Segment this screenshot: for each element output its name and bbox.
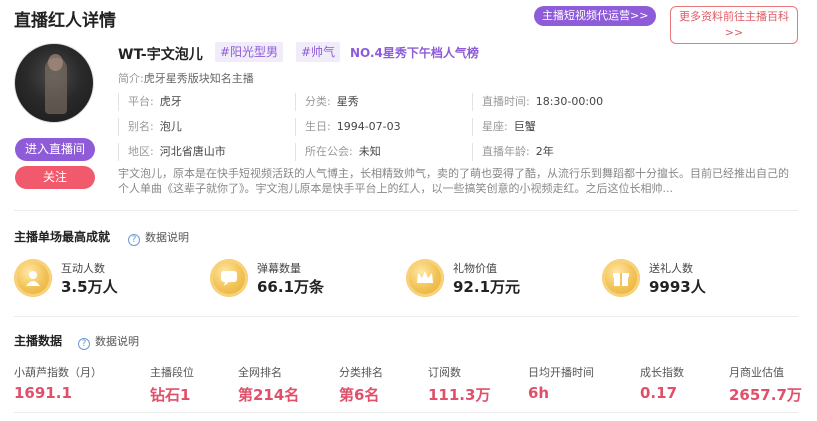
stat-label: 成长指数: [640, 366, 684, 379]
streamer-description: 宇文泡儿，原本是在快手短视频活跃的人气博主，长相精致帅气，卖的了萌也耍得了酷，从…: [118, 167, 789, 195]
stat-subscribers: 订阅数 111.3万: [428, 364, 490, 405]
info-label: 分类:: [305, 95, 331, 108]
stat-daily-hours: 日均开播时间 6h: [528, 364, 594, 402]
info-zodiac: 星座: 巨蟹: [472, 118, 536, 136]
info-label: 直播时间:: [482, 95, 530, 108]
info-value: 未知: [358, 145, 381, 158]
more-info-arrow: >>: [724, 26, 744, 39]
info-label: 平台:: [128, 95, 154, 108]
info-category: 分类: 星秀: [295, 93, 359, 111]
achievements-title: 主播单场最高成就: [14, 230, 111, 244]
info-label: 地区:: [128, 145, 154, 158]
more-info-label: 更多资料前往主播百科: [679, 10, 789, 23]
stat-value: 111.3万: [428, 386, 491, 404]
info-label: 直播年龄:: [482, 145, 530, 158]
crown-icon: [406, 259, 444, 297]
info-years: 直播年龄: 2年: [472, 143, 554, 161]
stat-label: 全网排名: [238, 366, 282, 379]
stat-label: 日均开播时间: [528, 366, 594, 379]
question-icon: ?: [128, 234, 140, 246]
stat-value: 钻石1: [150, 386, 191, 404]
info-region: 地区: 河北省唐山市: [118, 143, 226, 161]
achievement-label: 礼物价值: [453, 262, 497, 275]
stats-title: 主播数据: [14, 334, 63, 348]
divider: [14, 210, 798, 211]
follow-button[interactable]: 关注: [15, 166, 95, 189]
divider: [14, 316, 798, 317]
achievement-value: 3.5万人: [61, 278, 118, 296]
stat-label: 主播段位: [150, 366, 194, 379]
avatar: [14, 43, 94, 123]
stat-value: 0.17: [640, 384, 678, 402]
stat-value: 第6名: [339, 386, 380, 404]
rank-badge[interactable]: NO.4星秀下午档人气榜: [350, 44, 479, 61]
achievements-help[interactable]: ? 数据说明: [128, 229, 189, 246]
stat-value: 1691.1: [14, 384, 72, 402]
info-value: 星秀: [336, 95, 359, 108]
info-label: 生日:: [305, 120, 331, 133]
tag-sunny[interactable]: #阳光型男: [215, 42, 284, 62]
info-birthday: 生日: 1994-07-03: [295, 118, 401, 136]
info-value: 泡儿: [159, 120, 182, 133]
intro-value: 虎牙星秀版块知名主播: [143, 72, 254, 85]
stats-help[interactable]: ? 数据说明: [78, 333, 139, 350]
info-value: 18:30-00:00: [535, 95, 604, 108]
info-value: 巨蟹: [513, 120, 536, 133]
info-time: 直播时间: 18:30-00:00: [472, 93, 603, 111]
chat-icon: [210, 259, 248, 297]
info-platform: 平台: 虎牙: [118, 93, 182, 111]
info-label: 别名:: [128, 120, 154, 133]
info-label: 所在公会:: [305, 145, 353, 158]
stat-value: 6h: [528, 384, 550, 402]
streamer-name: WT-宇文泡儿: [118, 47, 203, 63]
achievement-value: 66.1万条: [257, 278, 325, 296]
stat-category-rank: 分类排名 第6名: [339, 364, 383, 405]
divider: [14, 412, 798, 413]
gift-icon: [602, 259, 640, 297]
stat-label: 分类排名: [339, 366, 383, 379]
achievement-gifters: 送礼人数 9993人: [602, 259, 782, 299]
promo-button[interactable]: 主播短视频代运营>>: [534, 6, 657, 26]
stat-commercial-value: 月商业估值 2657.7万: [729, 364, 802, 405]
question-icon: ?: [78, 338, 90, 350]
stat-value: 2657.7万: [729, 386, 802, 404]
stat-label: 订阅数: [428, 366, 461, 379]
enter-live-button[interactable]: 进入直播间: [15, 138, 95, 161]
help-label: 数据说明: [145, 231, 189, 244]
info-label: 星座:: [482, 120, 508, 133]
achievement-label: 送礼人数: [649, 262, 693, 275]
stat-global-rank: 全网排名 第214名: [238, 364, 299, 405]
stat-growth-index: 成长指数 0.17: [640, 364, 684, 402]
stat-value: 第214名: [238, 386, 300, 404]
achievement-value: 92.1万元: [453, 278, 521, 296]
stat-label: 小葫芦指数（月）: [14, 366, 102, 379]
people-icon: [14, 259, 52, 297]
achievement-label: 互动人数: [61, 262, 105, 275]
info-value: 虎牙: [159, 95, 182, 108]
achievement-danmaku: 弹幕数量 66.1万条: [210, 259, 390, 299]
stat-tier: 主播段位 钻石1: [150, 364, 194, 405]
achievement-label: 弹幕数量: [257, 262, 301, 275]
stat-label: 月商业估值: [729, 366, 784, 379]
achievement-interactions: 互动人数 3.5万人: [14, 259, 194, 299]
info-value: 2年: [535, 145, 554, 158]
info-value: 河北省唐山市: [159, 145, 226, 158]
info-guild: 所在公会: 未知: [295, 143, 381, 161]
achievement-value: 9993人: [649, 278, 706, 296]
achievement-gift-value: 礼物价值 92.1万元: [406, 259, 586, 299]
tag-handsome[interactable]: #帅气: [296, 42, 341, 62]
info-value: 1994-07-03: [336, 120, 401, 133]
page-title: 直播红人详情: [14, 11, 116, 31]
info-alias: 别名: 泡儿: [118, 118, 182, 136]
intro-label: 简介:: [118, 72, 144, 85]
intro: 简介:虎牙星秀版块知名主播: [118, 70, 254, 86]
stat-hulu-index: 小葫芦指数（月） 1691.1: [14, 364, 102, 402]
more-info-button[interactable]: 更多资料前往主播百科 >>: [670, 6, 798, 44]
help-label: 数据说明: [95, 335, 139, 348]
